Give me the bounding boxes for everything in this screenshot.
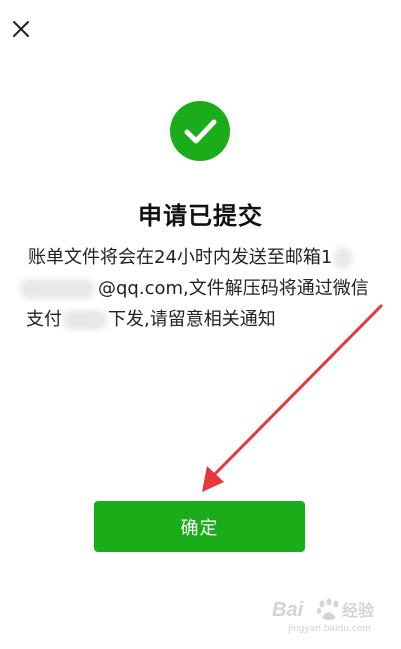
watermark-url: jingyan.baidu.com [288, 624, 372, 634]
message-line-1: 账单文件将会在24小时内发送至邮箱1 [20, 242, 382, 273]
message-line-2: @qq.com,文件解压码将通过微信 [20, 273, 382, 304]
checkmark-circle-icon [170, 101, 230, 161]
baidu-logo: Bai 经验 [272, 598, 375, 621]
confirm-button[interactable]: 确定 [94, 501, 305, 552]
message-text: @qq.com,文件解压码将通过微信 [98, 278, 369, 299]
redacted-email-part [334, 247, 353, 269]
baidu-jingyan-watermark: Bai 经验 jingyan.baidu.com [270, 594, 390, 638]
svg-text:Bai: Bai [272, 599, 304, 621]
redacted-email-part [20, 279, 94, 299]
message-line-3: 支付 下发,请留意相关通知 [20, 304, 382, 335]
message-text: 账单文件将会在24小时内发送至邮箱1 [28, 247, 333, 268]
notice-message: 账单文件将会在24小时内发送至邮箱1 @qq.com,文件解压码将通过微信 支付… [20, 242, 382, 335]
svg-text:经验: 经验 [342, 601, 375, 620]
message-text: 下发,请留意相关通知 [108, 309, 276, 330]
confirmation-screen: 申请已提交 账单文件将会在24小时内发送至邮箱1 @qq.com,文件解压码将通… [0, 0, 401, 649]
page-title: 申请已提交 [138, 202, 263, 230]
message-text: 支付 [26, 309, 62, 330]
close-button[interactable] [6, 14, 36, 44]
redacted-text [63, 310, 107, 330]
close-icon [13, 21, 29, 37]
